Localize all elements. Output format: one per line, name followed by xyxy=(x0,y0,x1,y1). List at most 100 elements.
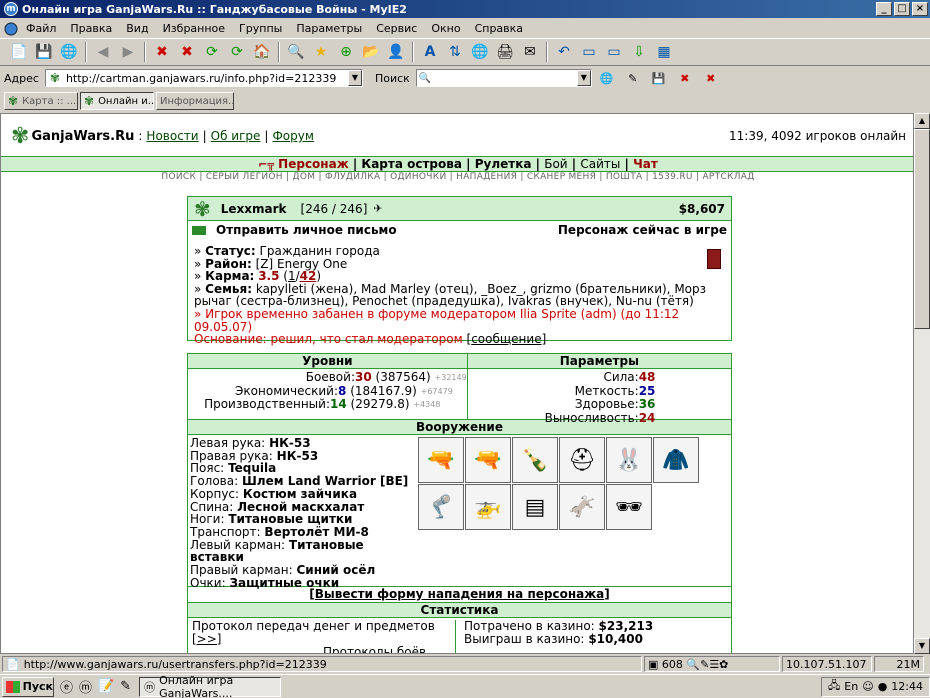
nav-battle[interactable]: Бой xyxy=(544,157,567,171)
equipment-name[interactable]: НК-53 xyxy=(277,449,319,463)
menu-edit[interactable]: Правка xyxy=(70,22,112,35)
link-about[interactable]: Об игре xyxy=(211,129,261,143)
site-logo[interactable]: ✾ GanjaWars.Ru xyxy=(11,124,134,149)
window-title: Онлайн игра GanjaWars.Ru :: Ганджубасовы… xyxy=(22,2,407,16)
browser-menu-icon[interactable] xyxy=(4,22,18,36)
stop-all-icon[interactable]: ✖ xyxy=(176,41,198,63)
nav-island-map[interactable]: Карта острова xyxy=(361,157,462,171)
tray-icon[interactable]: ● xyxy=(878,680,888,693)
close-tab-icon[interactable]: ✖ xyxy=(674,67,696,89)
menu-options[interactable]: Параметры xyxy=(296,22,362,35)
nav-sites[interactable]: Сайты xyxy=(580,157,620,171)
nav-chat[interactable]: Чат xyxy=(633,157,658,171)
menu-view[interactable]: Вид xyxy=(126,22,148,35)
helicopter-icon[interactable]: 🚁 xyxy=(465,484,511,530)
tab-online[interactable]: ✾ Онлайн и... xyxy=(80,92,154,110)
menu-groups[interactable]: Группы xyxy=(239,22,282,35)
search-icon[interactable]: 🔍 xyxy=(285,41,307,63)
menu-bar: Файл Правка Вид Избранное Группы Парамет… xyxy=(0,19,930,38)
vertical-scrollbar[interactable]: ▲ ▼ xyxy=(914,113,930,654)
undo-close-icon[interactable]: ↶ xyxy=(553,41,575,63)
globe-icon[interactable]: 🌐 xyxy=(58,41,80,63)
tray-icon[interactable]: ☺ xyxy=(862,680,873,693)
ie-quicklaunch-icon[interactable]: ⓔ xyxy=(60,677,73,696)
menu-tools[interactable]: Сервис xyxy=(376,22,417,35)
transfers-protocol-link[interactable]: [>>] xyxy=(192,632,221,646)
close-button[interactable]: × xyxy=(912,2,928,16)
goggles-icon[interactable]: 🕶 xyxy=(606,484,652,530)
camo-suit-icon[interactable]: 🧥 xyxy=(653,437,699,483)
home-icon[interactable]: 🏠 xyxy=(251,41,273,63)
scroll-up-icon[interactable]: ▲ xyxy=(914,113,930,129)
family-value[interactable]: kapylleti (жена), Mad Marley (отец), _Bo… xyxy=(194,282,706,309)
search-input[interactable]: 🔍 ▼ xyxy=(415,69,592,87)
search-engine-icon[interactable]: 🌐 xyxy=(596,67,618,89)
refresh-icon[interactable]: ⟳ xyxy=(201,41,223,63)
tray-icon[interactable]: 🖧 xyxy=(828,677,840,696)
mail-icon[interactable]: ✉ xyxy=(519,41,541,63)
scroll-thumb[interactable] xyxy=(914,129,930,329)
language-indicator[interactable]: En xyxy=(844,680,858,693)
tequila-bottle-icon[interactable]: 🍾 xyxy=(512,437,558,483)
link-forum[interactable]: Форум xyxy=(272,129,313,143)
sub-nav[interactable]: ПОИСК | СЕРЫЙ ЛЕГИОН | ДОМ | ФЛУДИЛКА | … xyxy=(1,172,913,186)
taskbar-browser-window[interactable]: ⓜ Онлайн игра GanjaWars.... xyxy=(139,674,282,698)
menu-help[interactable]: Справка xyxy=(475,22,523,35)
nav-character[interactable]: Персонаж xyxy=(278,157,348,171)
back-icon[interactable]: ◀ xyxy=(92,41,114,63)
stop-icon[interactable]: ✖ xyxy=(151,41,173,63)
menu-window[interactable]: Окно xyxy=(431,22,460,35)
mail-envelope-icon[interactable] xyxy=(192,225,206,235)
forward-icon[interactable]: ▶ xyxy=(117,41,139,63)
nav-roulette[interactable]: Рулетка xyxy=(475,157,532,171)
myie-quicklaunch-icon[interactable]: ⓜ xyxy=(79,677,92,696)
tab-info[interactable]: Информация... xyxy=(156,92,234,110)
attack-form-link[interactable]: Вывести форму нападения на персонажа xyxy=(315,587,605,601)
print-icon[interactable]: 🖨 xyxy=(494,41,516,63)
equipment-row: Левый карман: Титановые вставки xyxy=(190,538,418,564)
rifle-icon[interactable]: 🔫 xyxy=(418,437,464,483)
new-page-icon[interactable]: 📄 xyxy=(8,41,30,63)
history-icon[interactable]: ⊕ xyxy=(335,41,357,63)
bunny-suit-icon[interactable]: 🐰 xyxy=(606,437,652,483)
folder-icon[interactable]: 📂 xyxy=(360,41,382,63)
grid-view-icon[interactable]: ▦ xyxy=(653,41,675,63)
refresh-all-icon[interactable]: ⟳ xyxy=(226,41,248,63)
user-icon[interactable]: 👤 xyxy=(385,41,407,63)
font-size-icon[interactable]: A xyxy=(419,41,441,63)
save-small-icon[interactable]: 💾 xyxy=(648,67,670,89)
minimize-button[interactable]: _ xyxy=(876,2,892,16)
save-icon[interactable]: 💾 xyxy=(33,41,55,63)
send-mail-link[interactable]: Отправить личное письмо xyxy=(216,223,397,237)
encoding-icon[interactable]: ⇅ xyxy=(444,41,466,63)
menu-file[interactable]: Файл xyxy=(26,22,56,35)
popup-blocker-icon[interactable]: ▣ xyxy=(648,658,658,671)
leg-armor-icon[interactable]: 🦿 xyxy=(418,484,464,530)
tab-map[interactable]: ✾ Карта :: ... xyxy=(4,92,78,110)
statistics-header: Статистика xyxy=(188,603,731,618)
window-icon[interactable]: ▭ xyxy=(578,41,600,63)
tools-icons[interactable]: 🔍✎☰✿ xyxy=(686,658,728,671)
notepad-quicklaunch-icon[interactable]: 📝 xyxy=(98,679,114,694)
level-diff: +4348 xyxy=(413,400,441,409)
address-input[interactable]: ✾ http://cartman.ganjawars.ru/info.php?i… xyxy=(44,69,363,87)
menu-favorites[interactable]: Избранное xyxy=(163,22,225,35)
titanium-inserts-icon[interactable]: ▤ xyxy=(512,484,558,530)
donkey-icon[interactable]: 🫏 xyxy=(559,484,605,530)
ban-message-link[interactable]: сообщение xyxy=(471,332,541,346)
window-up-icon[interactable]: ▭ xyxy=(603,41,625,63)
favorites-star-icon[interactable]: ★ xyxy=(310,41,332,63)
maximize-button[interactable]: □ xyxy=(894,2,910,16)
close-all-tabs-icon[interactable]: ✖ xyxy=(700,67,722,89)
address-dropdown-icon[interactable]: ▼ xyxy=(347,70,362,86)
edit-quicklaunch-icon[interactable]: ✎ xyxy=(120,679,131,694)
download-icon[interactable]: ⇩ xyxy=(628,41,650,63)
scroll-down-icon[interactable]: ▼ xyxy=(914,638,930,654)
start-button[interactable]: Пуск xyxy=(2,676,54,697)
search-dropdown-icon[interactable]: ▼ xyxy=(576,70,591,86)
web-icon[interactable]: 🌐 xyxy=(469,41,491,63)
link-news[interactable]: Новости xyxy=(146,129,198,143)
helmet-icon[interactable]: ⛑ xyxy=(559,437,605,483)
rifle-icon[interactable]: 🔫 xyxy=(465,437,511,483)
highlight-icon[interactable]: ✎ xyxy=(622,67,644,89)
